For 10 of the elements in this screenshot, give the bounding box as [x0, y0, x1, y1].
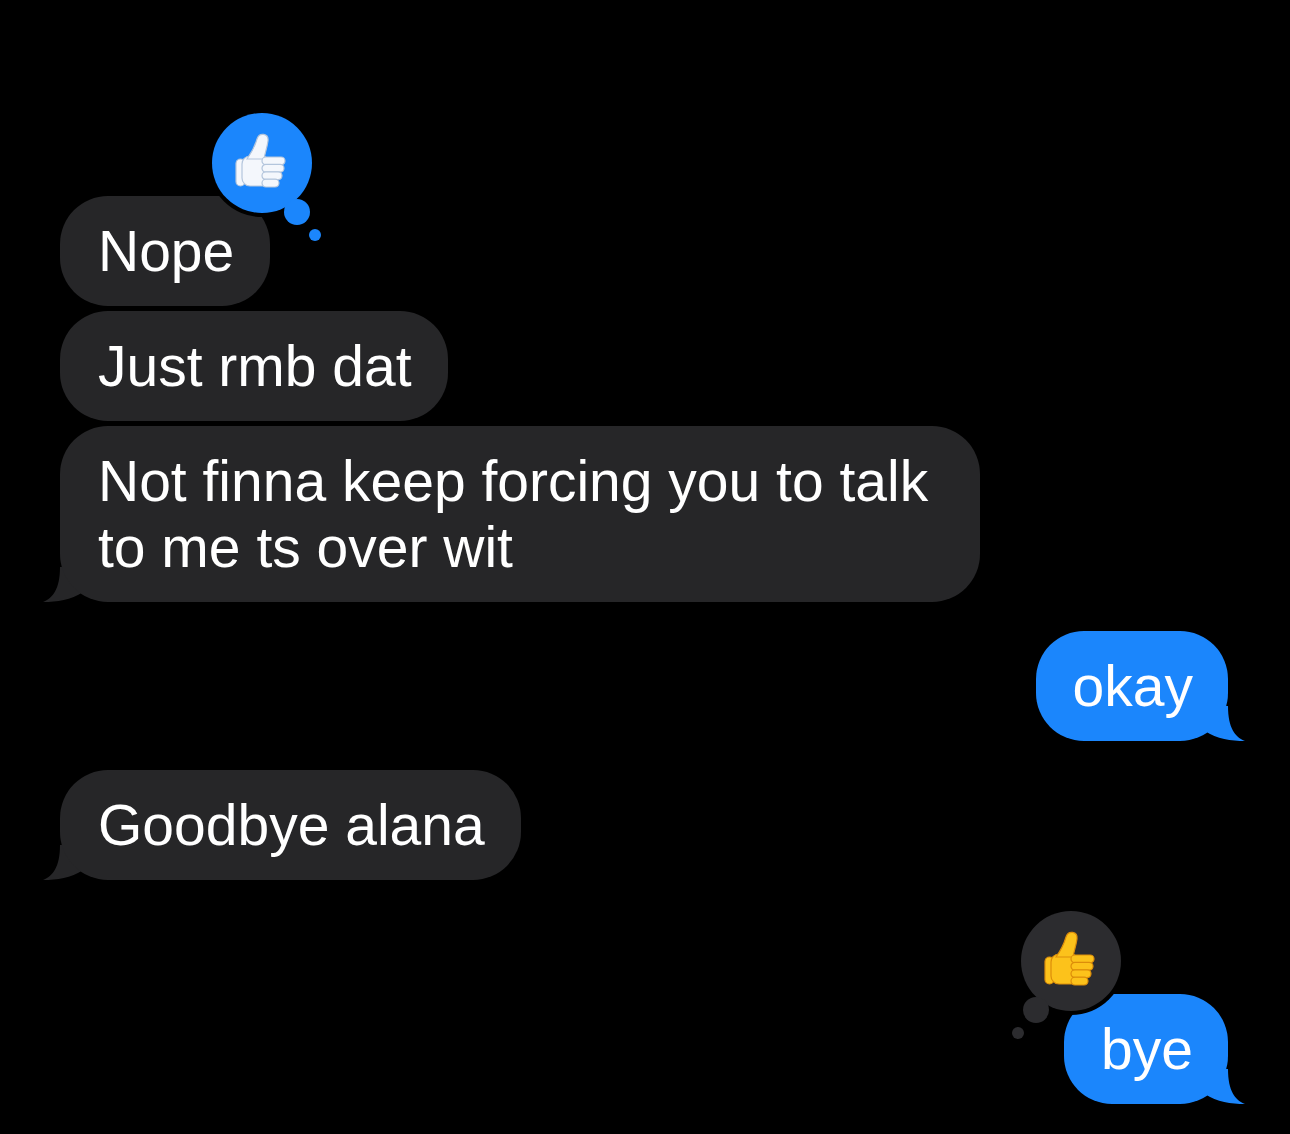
- message-bubble: bye: [1064, 994, 1228, 1104]
- message-bubble: okay: [1035, 631, 1228, 741]
- message-bubble: Goodbye alana: [60, 770, 521, 880]
- message-bubble: Nope: [60, 196, 271, 306]
- bubble-tail-icon: [1205, 706, 1245, 741]
- message-bubble: Just rmb dat: [60, 311, 448, 421]
- bubble-tail-icon: [1205, 1069, 1245, 1104]
- bubble-tail-icon: [43, 845, 83, 880]
- message-bubble: Not finna keep forcing you to talk to me ts over wit: [60, 426, 980, 602]
- bubble-tail-icon: [43, 567, 83, 602]
